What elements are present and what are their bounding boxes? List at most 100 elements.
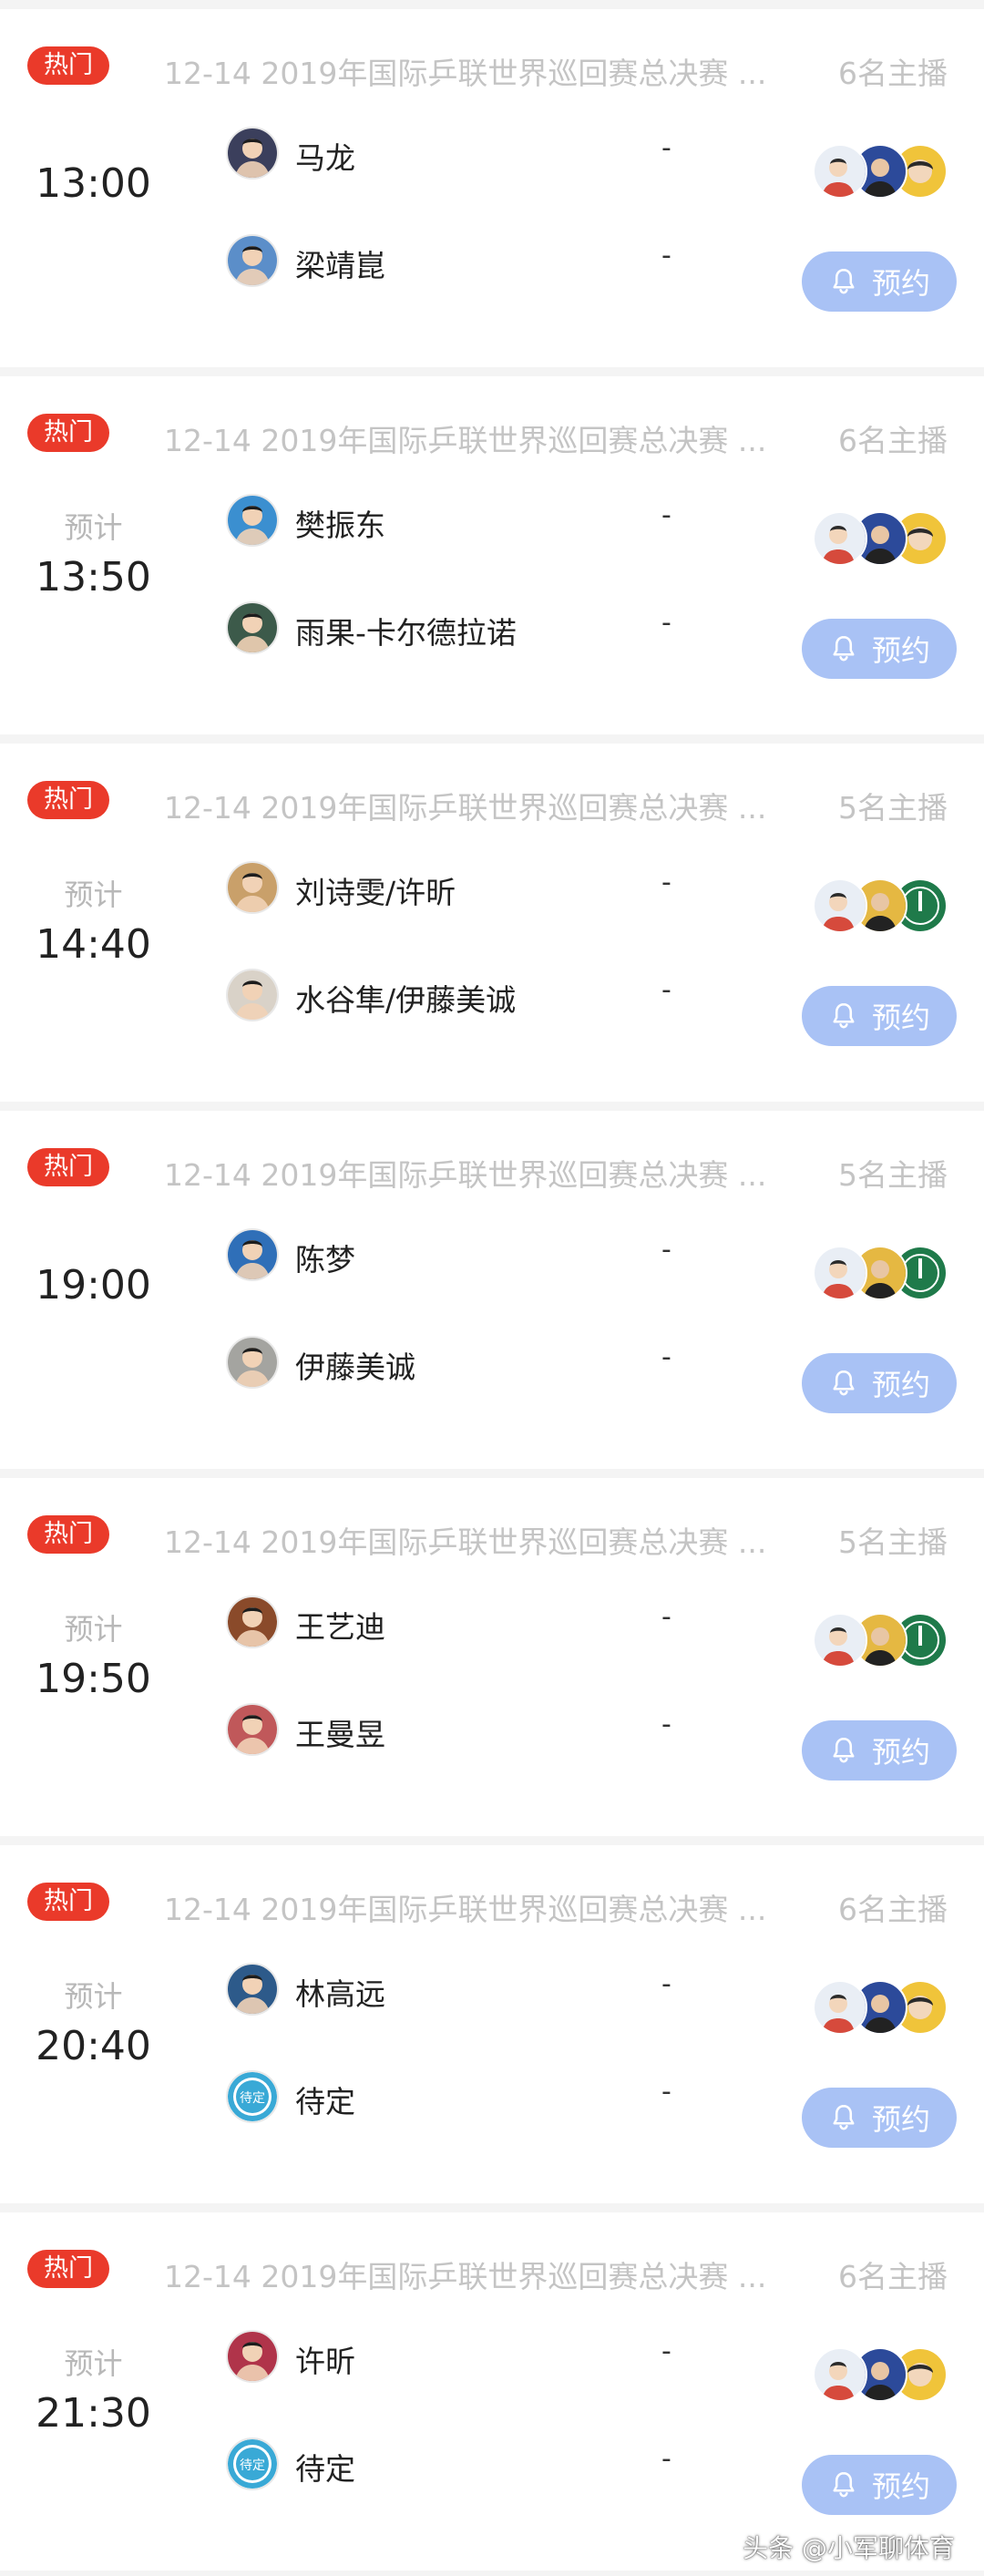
host-avatars[interactable] [813, 878, 949, 935]
event-title: 12-14 2019年国际乒联世界巡回赛总决赛 ... [164, 1892, 767, 1927]
host-avatars[interactable] [813, 511, 949, 568]
player-row[interactable]: 林高远 - [226, 1963, 700, 2017]
host-count[interactable]: 6名主播 [838, 49, 948, 93]
bell-icon [833, 1002, 855, 1029]
reserve-button[interactable]: 预约 [802, 1720, 957, 1781]
time-block: 预计 14:40 [0, 872, 187, 972]
host-avatars[interactable] [813, 2347, 949, 2404]
player-row[interactable]: 待定 待定 - [226, 2437, 700, 2492]
event-title: 12-14 2019年国际乒联世界巡回赛总决赛 ... [164, 1524, 767, 1560]
event-title: 12-14 2019年国际乒联世界巡回赛总决赛 ... [164, 1157, 767, 1193]
player-row[interactable]: 王曼昱 - [226, 1703, 700, 1758]
player-avatar [226, 234, 279, 287]
player-score: - [661, 1341, 671, 1373]
reserve-button[interactable]: 预约 [802, 1353, 957, 1413]
player-score: - [661, 1709, 671, 1740]
bell-icon [833, 2471, 855, 2498]
host-avatar [813, 1246, 867, 1300]
match-card[interactable]: 热门 12-14 2019年国际乒联世界巡回赛总决赛 ... 6名主播 预计 2… [0, 1845, 984, 2203]
player-row[interactable]: 待定 待定 - [226, 2070, 700, 2125]
match-time: 20:40 [36, 2023, 151, 2069]
reserve-button[interactable]: 预约 [802, 619, 957, 679]
player-name: 王艺迪 [295, 1609, 385, 1645]
hot-badge: 热门 [27, 414, 109, 452]
player-avatar [226, 1703, 279, 1756]
player-name: 王曼昱 [295, 1717, 385, 1752]
player-avatar [226, 1228, 279, 1281]
player-row[interactable]: 刘诗雯/许昕 - [226, 861, 700, 916]
host-count[interactable]: 6名主播 [838, 2253, 948, 2296]
match-card[interactable]: 热门 12-14 2019年国际乒联世界巡回赛总决赛 ... 5名主播 预计 1… [0, 744, 984, 1102]
player-row[interactable]: 雨果-卡尔德拉诺 - [226, 601, 700, 656]
host-count[interactable]: 5名主播 [838, 1518, 948, 1562]
player-avatar [226, 2330, 279, 2383]
hot-badge: 热门 [27, 46, 109, 85]
host-count[interactable]: 6名主播 [838, 416, 948, 460]
bell-icon [833, 1737, 855, 1763]
hot-badge: 热门 [27, 1515, 109, 1554]
match-card[interactable]: 热门 12-14 2019年国际乒联世界巡回赛总决赛 ... 6名主播 预计 2… [0, 2212, 984, 2571]
player-avatar [226, 1963, 279, 2016]
time-block: 19:00 [0, 1258, 187, 1313]
hot-badge: 热门 [27, 1148, 109, 1186]
player-score: - [661, 974, 671, 1006]
player-avatar: 待定 [226, 2437, 279, 2490]
match-card[interactable]: 热门 12-14 2019年国际乒联世界巡回赛总决赛 ... 6名主播 13:0… [0, 9, 984, 367]
bell-icon [833, 2104, 855, 2130]
time-estimate-label: 预计 [64, 877, 123, 912]
player-score: - [661, 867, 671, 898]
host-avatar [813, 511, 867, 566]
hot-badge: 热门 [27, 2250, 109, 2288]
host-count[interactable]: 5名主播 [838, 1151, 948, 1195]
host-avatar [813, 1980, 867, 2035]
match-card[interactable]: 热门 12-14 2019年国际乒联世界巡回赛总决赛 ... 5名主播 预计 1… [0, 1478, 984, 1836]
player-row[interactable]: 梁靖崑 - [226, 234, 700, 289]
host-avatars[interactable] [813, 144, 949, 200]
match-card[interactable]: 热门 12-14 2019年国际乒联世界巡回赛总决赛 ... 5名主播 19:0… [0, 1111, 984, 1469]
time-block: 13:00 [0, 157, 187, 211]
host-count[interactable]: 5名主播 [838, 784, 948, 827]
reserve-button[interactable]: 预约 [802, 986, 957, 1046]
player-row[interactable]: 樊振东 - [226, 494, 700, 549]
player-row[interactable]: 伊藤美诚 - [226, 1336, 700, 1391]
player-name: 梁靖崑 [295, 248, 385, 283]
match-time: 14:40 [36, 921, 151, 968]
host-avatars[interactable] [813, 1613, 949, 1669]
player-row[interactable]: 水谷隼/伊藤美诚 - [226, 969, 700, 1023]
match-card[interactable]: 热门 12-14 2019年国际乒联世界巡回赛总决赛 ... 6名主播 预计 1… [0, 376, 984, 734]
player-score: - [661, 499, 671, 531]
reserve-button[interactable]: 预约 [802, 2088, 957, 2148]
player-name: 刘诗雯/许昕 [295, 875, 456, 910]
host-count[interactable]: 6名主播 [838, 1885, 948, 1929]
reserve-label: 预约 [871, 633, 930, 668]
player-row[interactable]: 陈梦 - [226, 1228, 700, 1283]
player-score: - [661, 1601, 671, 1633]
bell-icon [833, 1370, 855, 1396]
watermark: 头条 @小军聊体育 [743, 2533, 955, 2563]
time-block: 预计 21:30 [0, 2341, 187, 2441]
host-avatars[interactable] [813, 1980, 949, 2037]
player-row[interactable]: 许昕 - [226, 2330, 700, 2385]
player-avatar [226, 861, 279, 914]
player-score: - [661, 2335, 671, 2367]
player-avatar [226, 1336, 279, 1389]
reserve-label: 预约 [871, 1001, 930, 1035]
reserve-label: 预约 [871, 1735, 930, 1770]
player-score: - [661, 2443, 671, 2475]
player-score: - [661, 2076, 671, 2108]
player-name: 雨果-卡尔德拉诺 [295, 615, 517, 651]
player-row[interactable]: 马龙 - [226, 127, 700, 181]
player-name: 陈梦 [295, 1242, 355, 1278]
reserve-button[interactable]: 预约 [802, 2455, 957, 2515]
player-score: - [661, 240, 671, 272]
reserve-label: 预约 [871, 2102, 930, 2137]
player-name: 马龙 [295, 140, 355, 176]
player-row[interactable]: 王艺迪 - [226, 1596, 700, 1650]
match-time: 19:50 [36, 1656, 151, 1702]
event-title: 12-14 2019年国际乒联世界巡回赛总决赛 ... [164, 790, 767, 826]
host-avatars[interactable] [813, 1246, 949, 1302]
reserve-button[interactable]: 预约 [802, 251, 957, 312]
time-estimate-label: 预计 [64, 1979, 123, 2014]
time-block: 预计 20:40 [0, 1974, 187, 2074]
event-title: 12-14 2019年国际乒联世界巡回赛总决赛 ... [164, 56, 767, 91]
